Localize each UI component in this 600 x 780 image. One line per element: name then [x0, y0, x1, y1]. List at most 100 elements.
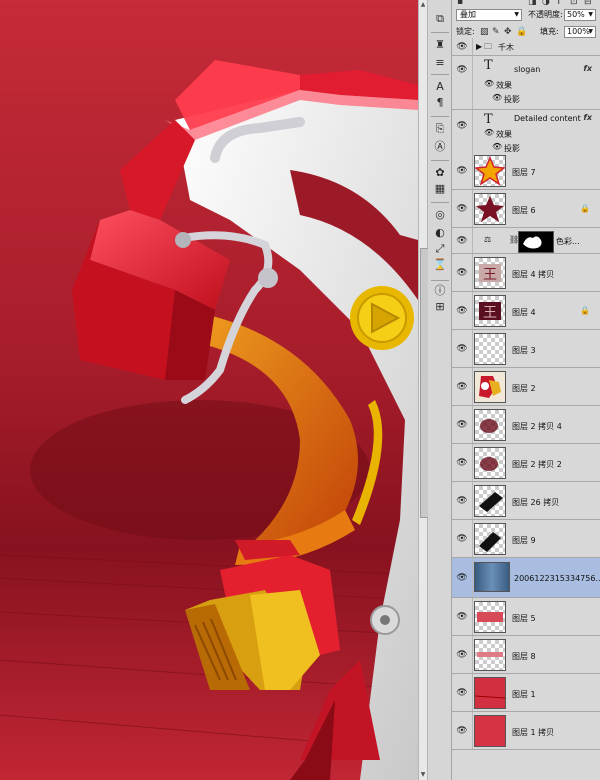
- shadow-eye-icon[interactable]: 👁: [492, 142, 502, 151]
- text-style-icon[interactable]: Ⓐ: [432, 140, 448, 154]
- filter-smart-icon[interactable]: ⊟: [584, 0, 592, 7]
- layer-row[interactable]: 👁 王 图层 4 🔒: [452, 292, 600, 330]
- lock-transparent-icon[interactable]: ▨: [480, 26, 489, 38]
- group-name: 千木: [498, 43, 514, 52]
- text-layer-icon: T: [484, 58, 493, 73]
- layer-row[interactable]: 👁 图层 3: [452, 330, 600, 368]
- brush-preset-icon[interactable]: ♜: [432, 38, 448, 52]
- history-icon[interactable]: ⧉: [432, 12, 448, 26]
- filter-pixel-icon[interactable]: ◨: [528, 0, 537, 7]
- layer-row[interactable]: 👁 图层 1: [452, 674, 600, 712]
- fill-input[interactable]: 100% ▼: [564, 26, 596, 38]
- visibility-eye-icon[interactable]: 👁: [456, 203, 468, 215]
- visibility-eye-icon[interactable]: 👁: [456, 419, 468, 431]
- layer-name: slogan: [514, 65, 541, 74]
- fx-icon[interactable]: fx: [583, 64, 592, 73]
- fill-label: 填充:: [540, 27, 559, 36]
- visibility-eye-icon[interactable]: 👁: [456, 165, 468, 177]
- layer-row[interactable]: 👁 图层 5: [452, 598, 600, 636]
- filter-type-icon[interactable]: T: [556, 0, 562, 7]
- lock-all-icon[interactable]: 🔒: [516, 26, 527, 38]
- layer-row[interactable]: 👁 图层 9: [452, 520, 600, 558]
- layer-row[interactable]: 👁 图层 7: [452, 152, 600, 190]
- effects-eye-icon[interactable]: 👁: [484, 79, 494, 88]
- visibility-eye-icon[interactable]: 👁: [456, 611, 468, 623]
- lock-paint-icon[interactable]: ✎: [492, 26, 500, 38]
- layer-row[interactable]: 👁 图层 6 🔒: [452, 190, 600, 228]
- blend-options-row: 叠加 ▼ 不透明度: 50% ▼: [452, 7, 600, 24]
- layer-group-row[interactable]: 👁 ▶ 🗀 千木: [452, 38, 600, 56]
- visibility-eye-icon[interactable]: 👁: [456, 457, 468, 469]
- scroll-down-arrow-icon[interactable]: ▼: [419, 770, 427, 780]
- text-layer-icon: T: [484, 112, 493, 127]
- blend-mode-select[interactable]: 叠加 ▼: [456, 9, 522, 21]
- layer-row[interactable]: 👁 图层 1 拷贝: [452, 712, 600, 750]
- shadow-eye-icon[interactable]: 👁: [492, 93, 502, 102]
- document-canvas[interactable]: [0, 0, 418, 780]
- layer-row[interactable]: 👁 图层 2 拷贝 4: [452, 406, 600, 444]
- filter-shape-icon[interactable]: ⊡: [570, 0, 578, 7]
- layer-name: 图层 5: [512, 614, 536, 623]
- paragraph-icon[interactable]: ¶: [432, 96, 448, 110]
- svg-text:王: 王: [483, 267, 497, 283]
- layer-row[interactable]: 👁 图层 26 拷贝: [452, 482, 600, 520]
- opacity-input[interactable]: 50% ▼: [564, 9, 596, 21]
- effects-eye-icon[interactable]: 👁: [484, 128, 494, 137]
- layer-row[interactable]: 👁 图层 2: [452, 368, 600, 406]
- layers-icon[interactable]: ◎: [432, 208, 448, 222]
- layer-thumbnail: [474, 333, 506, 365]
- adjust-sliders-icon[interactable]: ≡: [432, 56, 448, 70]
- lock-label: 锁定:: [456, 27, 475, 36]
- chevron-down-icon: ▼: [514, 11, 519, 18]
- layer-name: 图层 6: [512, 206, 536, 215]
- channels-icon[interactable]: ◐: [432, 226, 448, 240]
- svg-text:王: 王: [483, 305, 497, 321]
- actions-icon[interactable]: ⌛: [432, 258, 448, 272]
- properties-icon[interactable]: ⊞: [432, 300, 448, 314]
- scroll-up-arrow-icon[interactable]: ▲: [419, 0, 427, 10]
- adjustment-layer-row[interactable]: 👁 ⚖ ⛓ 色彩...: [452, 228, 600, 254]
- effects-label: 效果: [496, 130, 512, 139]
- visibility-eye-icon[interactable]: 👁: [456, 649, 468, 661]
- layer-name: 图层 8: [512, 652, 536, 661]
- visibility-eye-icon[interactable]: 👁: [456, 305, 468, 317]
- canvas-vertical-scrollbar[interactable]: ▲ ▼: [418, 0, 452, 780]
- paths-icon[interactable]: ⤢: [432, 242, 448, 256]
- layer-thumbnail: [474, 193, 506, 225]
- visibility-eye-icon[interactable]: 👁: [456, 533, 468, 545]
- character-icon[interactable]: A: [432, 80, 448, 94]
- info-icon[interactable]: ⓘ: [432, 284, 448, 298]
- layer-mask-thumbnail: [518, 231, 554, 253]
- filter-kind-icon[interactable]: ▪: [457, 0, 463, 7]
- layer-row[interactable]: 👁 王 图层 4 拷贝: [452, 254, 600, 292]
- lock-move-icon[interactable]: ✥: [504, 26, 512, 38]
- visibility-eye-icon[interactable]: 👁: [456, 41, 468, 53]
- visibility-eye-icon[interactable]: 👁: [456, 495, 468, 507]
- folder-icon: 🗀: [484, 42, 492, 51]
- swatches-icon[interactable]: ▦: [432, 182, 448, 196]
- layer-thumbnail: [474, 409, 506, 441]
- visibility-eye-icon[interactable]: 👁: [456, 235, 468, 247]
- layer-row[interactable]: 👁 图层 2 拷贝 2: [452, 444, 600, 482]
- layer-row-selected[interactable]: 👁 2006122315334756...: [452, 558, 600, 598]
- layer-row-slogan[interactable]: 👁 T slogan fx 👁 效果 👁 投影: [452, 56, 600, 110]
- filter-adjust-icon[interactable]: ◑: [542, 0, 550, 7]
- visibility-eye-icon[interactable]: 👁: [456, 267, 468, 279]
- fx-icon[interactable]: fx: [583, 113, 592, 122]
- layer-name: Detailed content: [514, 114, 581, 123]
- visibility-eye-icon[interactable]: 👁: [456, 687, 468, 699]
- layer-row[interactable]: 👁 图层 8: [452, 636, 600, 674]
- visibility-eye-icon[interactable]: 👁: [456, 381, 468, 393]
- group-expand-arrow-icon[interactable]: ▶: [476, 42, 482, 51]
- clone-source-icon[interactable]: ⎘: [432, 122, 448, 136]
- visibility-eye-icon[interactable]: 👁: [456, 64, 468, 76]
- visibility-eye-icon[interactable]: 👁: [456, 572, 468, 584]
- layer-name: 图层 3: [512, 346, 536, 355]
- color-palette-icon[interactable]: ✿: [432, 166, 448, 180]
- visibility-eye-icon[interactable]: 👁: [456, 725, 468, 737]
- layer-thumbnail: [474, 677, 506, 709]
- opacity-label: 不透明度:: [528, 10, 563, 19]
- visibility-eye-icon[interactable]: 👁: [456, 343, 468, 355]
- fill-value: 100%: [567, 27, 590, 36]
- visibility-eye-icon[interactable]: 👁: [456, 120, 468, 132]
